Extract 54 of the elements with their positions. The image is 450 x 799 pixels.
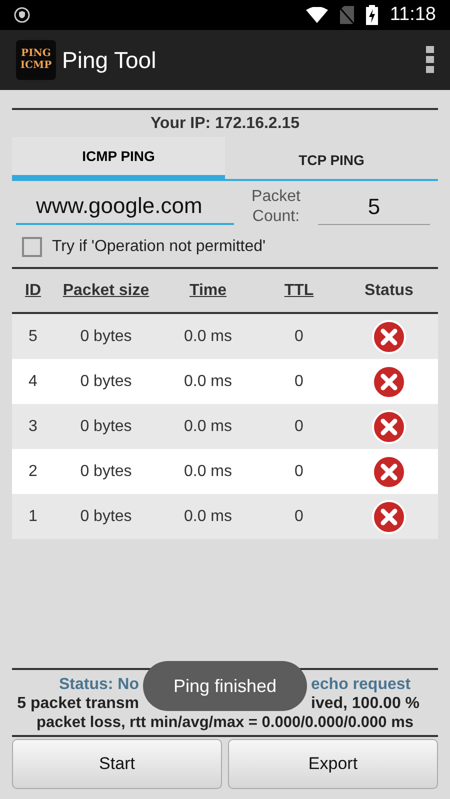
status-text: Status: No <box>59 676 139 694</box>
tab[interactable]: TCP PING <box>225 137 438 181</box>
table-cell-text: 1 <box>28 508 38 526</box>
table-cell-text: 0 bytes <box>79 418 133 436</box>
packet-count-label: Packet Count: <box>250 187 302 227</box>
table-cell-text: 4 <box>28 372 38 390</box>
column-header[interactable]: TTL <box>258 282 340 300</box>
wifi-icon <box>306 7 328 23</box>
tab[interactable]: ICMP PING <box>12 137 225 181</box>
table-cell-text: 0.0 ms <box>182 418 233 436</box>
start-button[interactable]: Start <box>12 739 222 789</box>
column-header[interactable]: ID <box>12 282 54 300</box>
error-icon <box>372 320 406 354</box>
table-cell-text: 0 <box>294 372 304 390</box>
summary-text: 5 packet transm <box>17 694 139 712</box>
host-field[interactable]: www.google.com <box>16 189 234 225</box>
table-cell-text: 0 bytes <box>79 508 133 526</box>
no-sim-icon <box>340 6 354 24</box>
error-icon <box>372 454 406 488</box>
error-icon <box>372 410 406 444</box>
table-cell-text: 5 <box>28 328 38 346</box>
table-cell-text: 0.0 ms <box>182 508 233 526</box>
table-cell-text: 0 bytes <box>79 462 133 480</box>
status-text: echo request <box>311 676 411 694</box>
table-cell-text: 0 <box>294 328 304 346</box>
summary-text: packet loss, rtt min/avg/max = 0.000/0.000/0.000 ms <box>36 713 414 733</box>
table-cell-text: 0 <box>294 508 304 526</box>
table-cell-text: 0.0 ms <box>182 328 233 346</box>
column-header[interactable]: Packet size <box>54 282 158 300</box>
table-cell-text: 0.0 ms <box>182 462 233 480</box>
battery-icon <box>366 5 378 25</box>
export-button[interactable]: Export <box>228 739 438 789</box>
error-icon <box>372 364 406 398</box>
app-title: Ping Tool <box>62 46 158 74</box>
error-icon <box>372 500 406 534</box>
app-logo: PING ICMP <box>16 40 56 80</box>
summary-text: ived, 100.00 % <box>311 694 420 712</box>
table-cell-text: 0 bytes <box>79 372 133 390</box>
column-header[interactable]: Status <box>340 282 438 300</box>
ip-address: Your IP: 172.16.2.15 <box>149 114 301 134</box>
table-cell-text: 0.0 ms <box>182 372 233 390</box>
table-cell-text: 0 bytes <box>79 328 133 346</box>
checkbox[interactable] <box>22 237 42 257</box>
table-cell-text: 2 <box>28 462 38 480</box>
checkbox-label: Try if 'Operation not permitted' <box>52 238 266 256</box>
toast: Ping finished <box>143 661 307 711</box>
table-cell-text: 3 <box>28 418 38 436</box>
column-header[interactable]: Time <box>158 282 258 300</box>
clock-time: 11:18 <box>390 4 436 26</box>
overflow-menu-icon[interactable] <box>426 46 434 74</box>
table-cell-text: 0 <box>294 418 304 436</box>
packet-count-field[interactable]: 5 <box>318 190 430 224</box>
table-cell-text: 0 <box>294 462 304 480</box>
shield-icon <box>14 7 30 23</box>
